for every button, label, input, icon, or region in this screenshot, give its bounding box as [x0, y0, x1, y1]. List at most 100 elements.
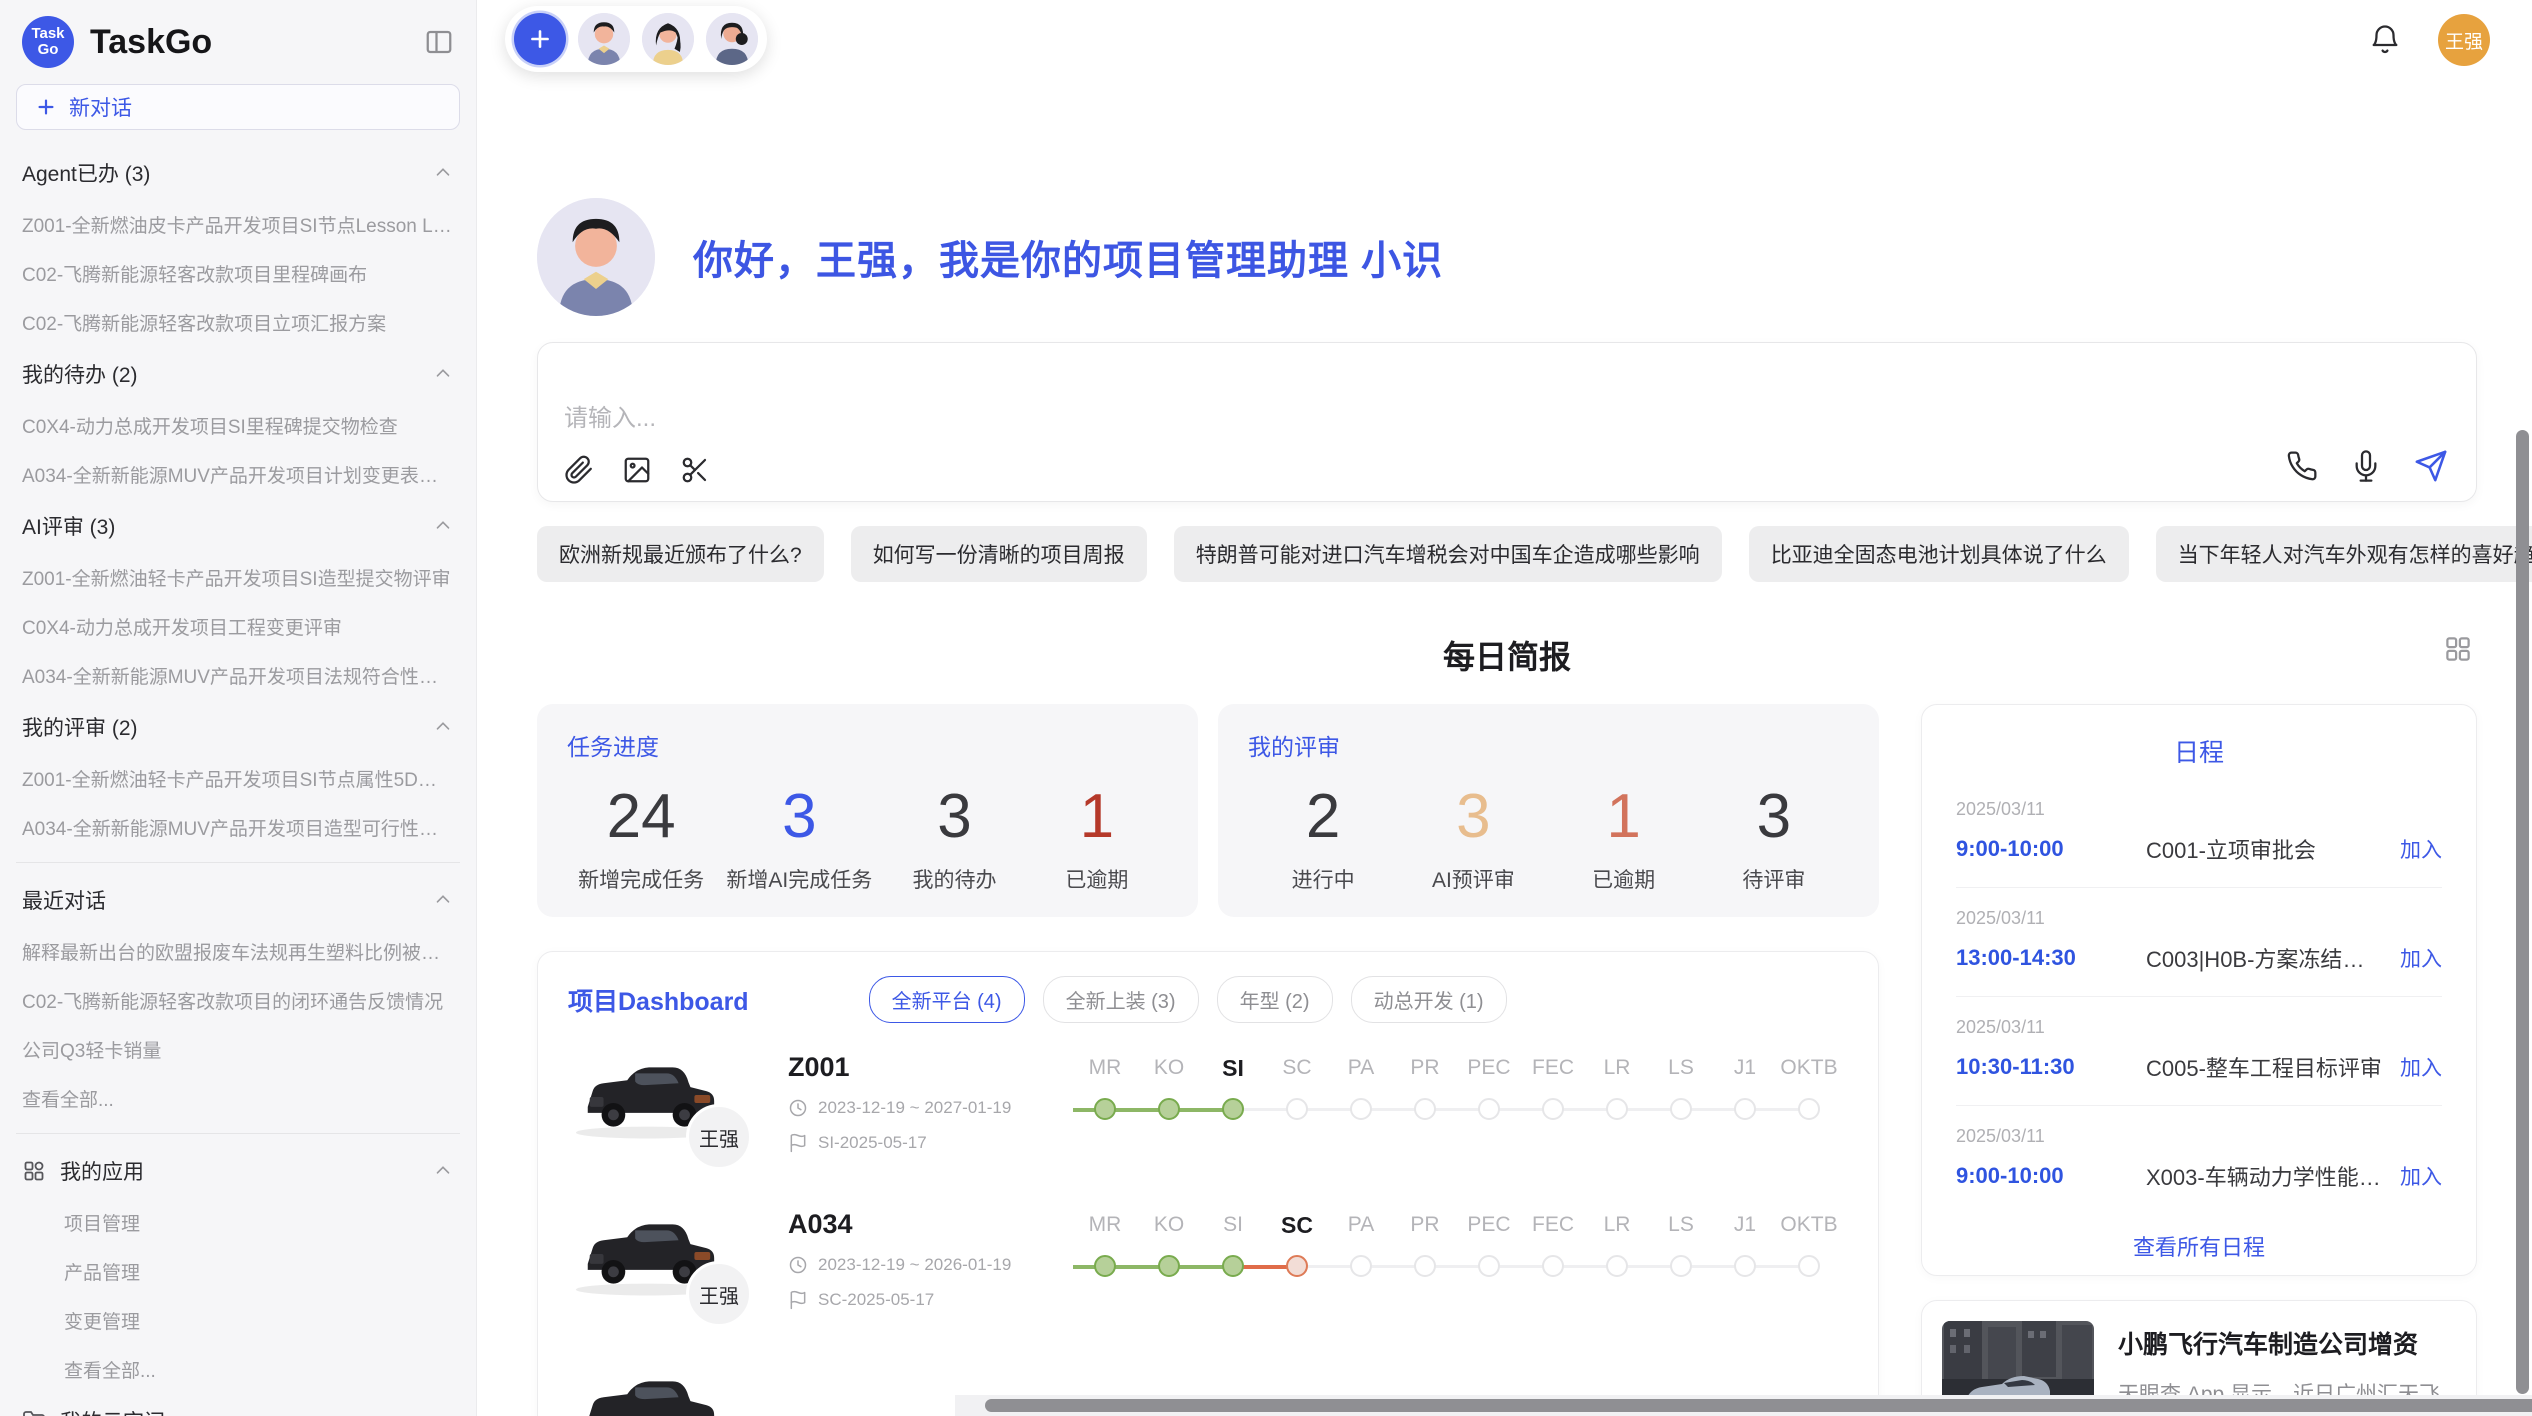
suggestion-chip[interactable]: 如何写一份清晰的项目周报 — [851, 526, 1147, 582]
attach-file-button[interactable] — [564, 455, 594, 485]
milestone-track: MR KO SI SC PA PR PEC FEC LR LS — [1073, 1205, 1848, 1277]
event-time: 10:30-11:30 — [1956, 1054, 2146, 1080]
app-item-change-mgmt[interactable]: 变更管理 — [16, 1296, 460, 1345]
my-cloud-space-label: 我的云空间 — [60, 1406, 165, 1416]
my-apps-header[interactable]: 我的应用 — [16, 1144, 460, 1198]
right-column: 日程 2025/03/11 9:00-10:00 C001-立项审批会 加入 — [1921, 704, 2477, 1416]
event-date: 2025/03/11 — [1956, 1017, 2442, 1038]
suggestion-chip[interactable]: 比亚迪全固态电池计划具体说了什么 — [1749, 526, 2129, 582]
voice-call-button[interactable] — [2286, 450, 2318, 482]
section-my-todo[interactable]: 我的待办 (2) — [16, 347, 460, 401]
sidebar-task-item[interactable]: A034-全新新能源MUV产品开发项目造型可行性评审 — [16, 803, 460, 852]
recent-chat-item[interactable]: C02-飞腾新能源轻客改款项目的闭环通告反馈情况 — [16, 976, 460, 1025]
milestone-dot — [1734, 1098, 1756, 1120]
sidebar-task-item[interactable]: A034-全新新能源MUV产品开发项目计划变更表编写 — [16, 450, 460, 499]
project-row-a034[interactable]: 王强 A034 2023-12-19 ~ 2026-01-19 — [568, 1205, 1848, 1337]
chevron-up-icon — [432, 162, 454, 184]
project-code: Z001 — [788, 1052, 1073, 1083]
sidebar-task-item[interactable]: C0X4-动力总成开发项目SI里程碑提交物检查 — [16, 401, 460, 450]
event-name: C003|H0B-方案冻结评审 — [2146, 942, 2386, 974]
chevron-up-icon — [432, 363, 454, 385]
new-chat-label: 新对话 — [69, 92, 132, 122]
milestone-dot — [1222, 1098, 1244, 1120]
horizontal-scrollbar-track[interactable] — [955, 1395, 2532, 1416]
sidebar-header: Task Go TaskGo — [16, 14, 460, 84]
user-avatar[interactable]: 王强 — [2438, 14, 2490, 66]
chevron-up-icon — [432, 889, 454, 911]
briefing-layout-button[interactable] — [2443, 634, 2473, 664]
horizontal-scrollbar-thumb[interactable] — [985, 1399, 2532, 1412]
filter-model-year[interactable]: 年型 (2) — [1217, 976, 1333, 1023]
flag-icon — [788, 1133, 808, 1153]
filter-new-platform[interactable]: 全新平台 (4) — [869, 976, 1025, 1023]
join-event-link[interactable]: 加入 — [2400, 834, 2442, 864]
sidebar-task-item[interactable]: Z001-全新燃油轻卡产品开发项目SI节点属性5D文件评审 — [16, 754, 460, 803]
section-recent-chats[interactable]: 最近对话 — [16, 873, 460, 927]
daily-briefing-header: 每日简报 — [537, 632, 2477, 676]
task-progress-card: 任务进度 24 新增完成任务 3 新增AI完成任务 — [537, 704, 1198, 917]
logo-line1: Task — [31, 26, 64, 42]
section-ai-review[interactable]: AI评审 (3) — [16, 499, 460, 553]
event-name: C001-立项审批会 — [2146, 833, 2386, 865]
app-item-project-mgmt[interactable]: 项目管理 — [16, 1198, 460, 1247]
screenshot-button[interactable] — [680, 455, 710, 485]
assistant-avatar-2[interactable] — [642, 13, 694, 65]
section-agent-done[interactable]: Agent已办 (3) — [16, 146, 460, 200]
my-cloud-space[interactable]: 我的云空间 — [16, 1394, 460, 1416]
vertical-scrollbar-thumb[interactable] — [2516, 430, 2529, 1394]
stat-my-todo: 3 我的待办 — [895, 778, 1015, 894]
insert-image-button[interactable] — [622, 455, 652, 485]
plus-icon — [35, 96, 57, 118]
sidebar-task-item[interactable]: C0X4-动力总成开发项目工程变更评审 — [16, 602, 460, 651]
notifications-button[interactable] — [2368, 23, 2402, 57]
project-dates: 2023-12-19 ~ 2027-01-19 — [788, 1098, 1073, 1118]
view-all-schedule-link[interactable]: 查看所有日程 — [1956, 1230, 2442, 1262]
milestone-track: MR KO SI SC PA PR PEC FEC LR LS — [1073, 1048, 1848, 1120]
app-item-product-mgmt[interactable]: 产品管理 — [16, 1247, 460, 1296]
app-window: Task Go TaskGo 新对话 Agent已办 (3) Z001-全新燃油… — [0, 0, 2532, 1416]
assistant-avatar-3[interactable] — [706, 13, 758, 65]
join-event-link[interactable]: 加入 — [2400, 943, 2442, 973]
chat-input[interactable] — [564, 405, 1884, 433]
sidebar-task-item[interactable]: Z001-全新燃油轻卡产品开发项目SI造型提交物评审 — [16, 553, 460, 602]
microphone-button[interactable] — [2350, 450, 2382, 482]
left-column: 任务进度 24 新增完成任务 3 新增AI完成任务 — [537, 704, 1879, 1416]
avatar-woman-icon — [642, 13, 694, 65]
apps-view-all[interactable]: 查看全部... — [16, 1345, 460, 1394]
collapse-sidebar-button[interactable] — [424, 27, 454, 57]
schedule-event: 2025/03/11 10:30-11:30 C005-整车工程目标评审 加入 — [1956, 996, 2442, 1105]
filter-powertrain[interactable]: 动总开发 (1) — [1351, 976, 1507, 1023]
sidebar-task-item[interactable]: Z001-全新燃油皮卡产品开发项目SI节点Lesson Learn报告 — [16, 200, 460, 249]
event-date: 2025/03/11 — [1956, 908, 2442, 929]
dashboard-header: 项目Dashboard 全新平台 (4) 全新上装 (3) 年型 (2) 动总开… — [568, 976, 1848, 1023]
main-area: 王强 你好，王强，我是你的项目管理助理 小识 — [477, 0, 2532, 1416]
suggestion-chip[interactable]: 欧洲新规最近颁布了什么? — [537, 526, 824, 582]
join-event-link[interactable]: 加入 — [2400, 1161, 2442, 1191]
sidebar-task-item[interactable]: C02-飞腾新能源轻客改款项目里程碑画布 — [16, 249, 460, 298]
suggestion-chip[interactable]: 特朗普可能对进口汽车增税会对中国车企造成哪些影响 — [1174, 526, 1722, 582]
suggestion-chip[interactable]: 当下年轻人对汽车外观有怎样的喜好趋势 — [2156, 526, 2532, 582]
milestone-dot — [1478, 1098, 1500, 1120]
send-button[interactable] — [2414, 449, 2448, 483]
event-time: 9:00-10:00 — [1956, 1163, 2146, 1189]
milestone-dot — [1222, 1255, 1244, 1277]
plus-icon — [527, 26, 553, 52]
recent-chat-item[interactable]: 公司Q3轻卡销量 — [16, 1025, 460, 1074]
assistant-avatar-1[interactable] — [578, 13, 630, 65]
add-assistant-button[interactable] — [514, 13, 566, 65]
schedule-title: 日程 — [1956, 733, 2442, 769]
recent-chats-view-all[interactable]: 查看全部... — [16, 1074, 460, 1123]
filter-new-body[interactable]: 全新上装 (3) — [1043, 976, 1199, 1023]
sidebar-task-item[interactable]: C02-飞腾新能源轻客改款项目立项汇报方案 — [16, 298, 460, 347]
new-chat-button[interactable]: 新对话 — [16, 84, 460, 130]
flag-icon — [788, 1290, 808, 1310]
milestone-dot — [1350, 1098, 1372, 1120]
project-row-z001[interactable]: 王强 Z001 2023-12-19 ~ 2027-01-19 — [568, 1048, 1848, 1180]
dashboard-title: 项目Dashboard — [568, 982, 749, 1018]
schedule-event: 2025/03/11 13:00-14:30 C003|H0B-方案冻结评审 加… — [1956, 887, 2442, 996]
recent-chat-item[interactable]: 解释最新出台的欧盟报废车法规再生塑料比例被调至15%... — [16, 927, 460, 976]
join-event-link[interactable]: 加入 — [2400, 1052, 2442, 1082]
sidebar-task-item[interactable]: A034-全新新能源MUV产品开发项目法规符合性评审 — [16, 651, 460, 700]
image-icon — [622, 455, 652, 485]
section-my-review[interactable]: 我的评审 (2) — [16, 700, 460, 754]
